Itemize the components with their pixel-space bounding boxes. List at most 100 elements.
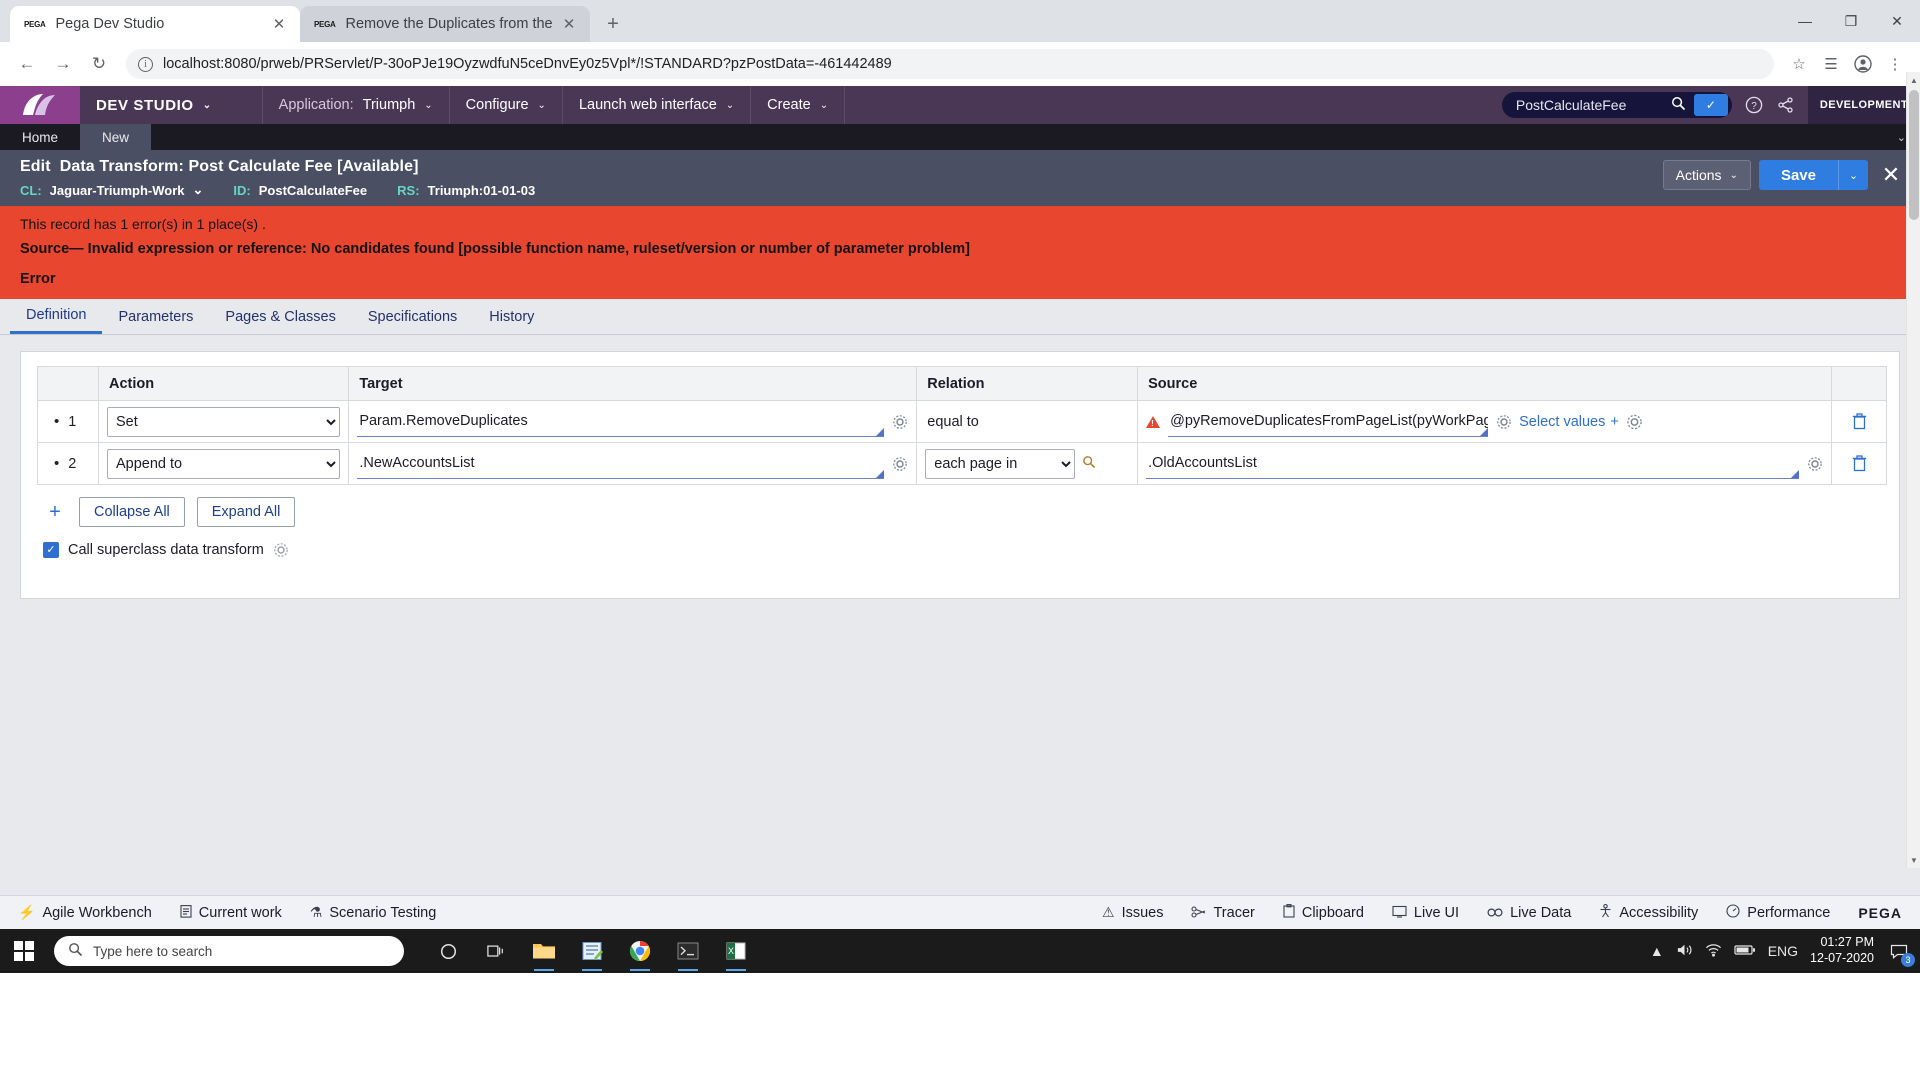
chrome-browser-icon[interactable] — [618, 929, 662, 973]
scrollbar-thumb[interactable] — [1909, 90, 1919, 220]
reload-icon[interactable]: ↻ — [82, 47, 116, 81]
resize-handle-icon[interactable] — [1791, 469, 1800, 478]
cortana-icon[interactable] — [426, 929, 470, 973]
resize-handle-icon[interactable] — [1480, 427, 1489, 436]
close-icon[interactable]: ✕ — [1876, 160, 1906, 190]
row-1-index[interactable]: • 1 — [46, 414, 90, 430]
row-2-source-gear-icon[interactable] — [1806, 455, 1823, 472]
search-input[interactable]: PostCalculateFee — [1516, 97, 1663, 113]
terminal-app-icon[interactable] — [666, 929, 710, 973]
row-2-target-gear-icon[interactable] — [891, 455, 908, 472]
row-1-properties-gear-icon[interactable] — [1626, 413, 1643, 430]
reading-list-icon[interactable]: ☰ — [1816, 49, 1846, 79]
actions-button[interactable]: Actions ⌄ — [1662, 160, 1751, 190]
resize-handle-icon[interactable] — [876, 469, 885, 478]
footer-current-work[interactable]: Current work — [180, 904, 282, 921]
share-icon[interactable] — [1772, 91, 1800, 119]
browser-tab-1[interactable]: PEGA Pega Dev Studio ✕ — [10, 6, 300, 42]
header-search-box[interactable]: PostCalculateFee ✓ — [1501, 92, 1732, 118]
wifi-icon[interactable] — [1705, 943, 1722, 960]
footer-tracer-label: Tracer — [1213, 904, 1255, 921]
header-launch-web-interface-menu[interactable]: Launch web interface ⌄ — [563, 86, 752, 124]
app-tab-new[interactable]: New — [80, 124, 152, 150]
row-2-action-select[interactable]: Append to — [107, 448, 341, 479]
row-1-select-values-link[interactable]: Select values + — [1519, 414, 1619, 430]
browser-tab-1-close-icon[interactable]: ✕ — [268, 13, 290, 35]
header-create-menu[interactable]: Create ⌄ — [751, 86, 846, 124]
row-2-index[interactable]: • 2 — [46, 456, 90, 472]
call-superclass-checkbox[interactable]: ✓ — [43, 541, 59, 558]
new-tab-button[interactable]: + — [598, 9, 628, 39]
footer-issues[interactable]: ⚠ Issues — [1102, 904, 1163, 921]
taskbar-clock[interactable]: 01:27 PM 12-07-2020 — [1810, 935, 1874, 966]
save-button[interactable]: Save — [1758, 160, 1838, 190]
task-view-icon[interactable] — [474, 929, 518, 973]
language-indicator[interactable]: ENG — [1768, 943, 1798, 959]
expand-all-button[interactable]: Expand All — [196, 497, 296, 527]
tab-parameters[interactable]: Parameters — [102, 299, 209, 334]
footer-tracer[interactable]: Tracer — [1191, 904, 1255, 921]
header-configure-menu[interactable]: Configure ⌄ — [450, 86, 563, 124]
volume-icon[interactable] — [1676, 943, 1693, 960]
file-explorer-icon[interactable] — [522, 929, 566, 973]
notepad-app-icon[interactable] — [570, 929, 614, 973]
tab-definition[interactable]: Definition — [10, 299, 103, 334]
row-1-source-input[interactable]: @pyRemoveDuplicatesFromPageList(pyWorkPa… — [1168, 406, 1489, 437]
add-row-button[interactable]: + — [43, 501, 67, 524]
row-1-target-input[interactable]: Param.RemoveDuplicates — [357, 406, 885, 437]
window-minimize-button[interactable]: — — [1782, 0, 1828, 42]
resize-handle-icon[interactable] — [876, 427, 885, 436]
call-superclass-gear-icon[interactable] — [273, 541, 290, 558]
footer-live-data[interactable]: Live Data — [1487, 905, 1571, 921]
collapse-all-button[interactable]: Collapse All — [79, 497, 185, 527]
scrollbar-up-icon[interactable]: ▲ — [1907, 72, 1920, 88]
header-dev-studio-menu[interactable]: DEV STUDIO ⌄ — [80, 86, 263, 124]
battery-icon[interactable] — [1734, 943, 1756, 959]
app-tabs-overflow-icon[interactable]: ⌄ — [1897, 124, 1906, 150]
meta-class-chevron-down-icon[interactable]: ⌄ — [193, 182, 204, 198]
save-dropdown-chevron-down-icon[interactable]: ⌄ — [1838, 160, 1868, 190]
address-bar[interactable]: i localhost:8080/prweb/PRServlet/P-30oPJ… — [126, 49, 1774, 79]
help-icon[interactable]: ? — [1740, 91, 1768, 119]
footer-accessibility[interactable]: Accessibility — [1599, 903, 1698, 921]
row-1-delete-icon[interactable] — [1840, 413, 1878, 430]
excel-app-icon[interactable]: X — [714, 929, 758, 973]
row-2-relation-magnifier-icon[interactable] — [1082, 455, 1096, 472]
profile-avatar-icon[interactable] — [1848, 49, 1878, 79]
bookmark-star-icon[interactable]: ☆ — [1784, 49, 1814, 79]
search-submit-button[interactable]: ✓ — [1693, 94, 1728, 116]
back-icon[interactable]: ← — [10, 47, 44, 81]
footer-clipboard[interactable]: Clipboard — [1283, 904, 1364, 921]
browser-tab-2[interactable]: PEGA Remove the Duplicates from the ✕ — [300, 6, 590, 42]
notification-center-icon[interactable]: 3 — [1886, 938, 1915, 967]
pega-logo-icon[interactable] — [0, 86, 80, 124]
forward-icon[interactable]: → — [46, 47, 80, 81]
footer-live-ui[interactable]: Live UI — [1392, 905, 1459, 921]
start-button[interactable] — [0, 929, 48, 973]
browser-tab-2-close-icon[interactable]: ✕ — [558, 13, 580, 35]
show-hidden-icons-chevron-up-icon[interactable]: ▲ — [1650, 943, 1664, 959]
tab-specifications[interactable]: Specifications — [352, 299, 473, 334]
header-application-menu[interactable]: Application: Triumph ⌄ — [263, 86, 450, 124]
search-icon[interactable] — [1671, 96, 1686, 114]
scrollbar-down-icon[interactable]: ▼ — [1907, 852, 1920, 868]
row-2-relation-select[interactable]: each page in — [925, 448, 1076, 479]
footer-agile-workbench[interactable]: ⚡ Agile Workbench — [18, 904, 152, 921]
row-1-action-select[interactable]: Set — [107, 406, 341, 437]
tab-pages-and-classes[interactable]: Pages & Classes — [209, 299, 351, 334]
row-1-target-gear-icon[interactable] — [891, 413, 908, 430]
row-1-source-gear-icon[interactable] — [1495, 413, 1512, 430]
meta-class-value[interactable]: Jaguar-Triumph-Work — [50, 183, 185, 198]
window-close-button[interactable]: ✕ — [1874, 0, 1920, 42]
tab-history[interactable]: History — [473, 299, 550, 334]
row-2-source-input[interactable]: .OldAccountsList — [1146, 448, 1800, 479]
row-2-target-input[interactable]: .NewAccountsList — [357, 448, 885, 479]
site-info-icon[interactable]: i — [138, 56, 153, 72]
page-scrollbar[interactable]: ▲ ▼ — [1906, 72, 1920, 868]
taskbar-search-input[interactable]: Type here to search — [54, 936, 404, 966]
footer-scenario-testing[interactable]: ⚗ Scenario Testing — [310, 904, 437, 921]
app-tab-home[interactable]: Home — [0, 124, 80, 150]
row-2-delete-icon[interactable] — [1840, 455, 1878, 472]
window-maximize-button[interactable]: ❐ — [1828, 0, 1874, 42]
footer-performance[interactable]: Performance — [1726, 904, 1830, 921]
